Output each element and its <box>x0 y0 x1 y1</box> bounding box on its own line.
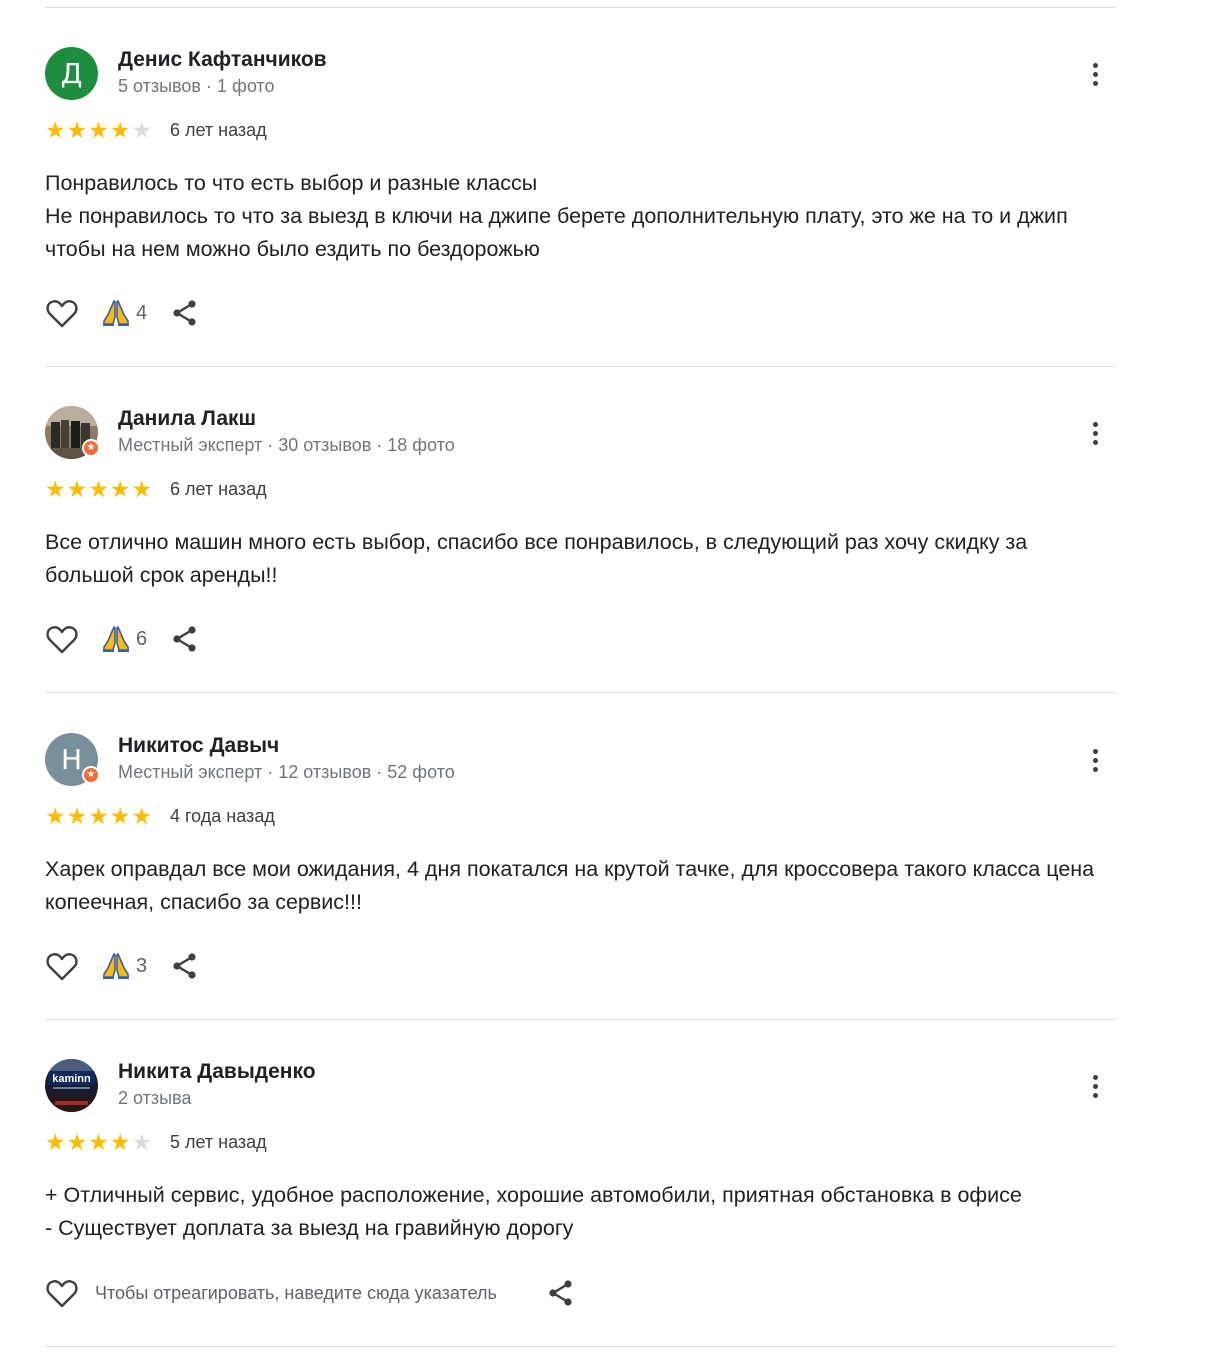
star-filled-icon: ★ <box>109 118 131 144</box>
reviewer-meta: 2 отзыва <box>118 1088 192 1108</box>
star-filled-icon: ★ <box>45 477 66 503</box>
share-icon[interactable] <box>171 299 199 327</box>
star-rating: ★ ★ ★ ★ ★ <box>45 805 152 829</box>
star-filled-icon: ★ <box>109 804 131 830</box>
avatar-letter: Д <box>60 57 83 90</box>
star-filled-icon: ★ <box>88 477 109 503</box>
review-date: 5 лет назад <box>170 1132 267 1152</box>
reaction-hint: Чтобы отреагировать, наведите сюда указа… <box>95 1282 497 1303</box>
reviewer-meta: Местный эксперт · 12 отзывов · 52 фото <box>118 762 455 782</box>
review-actions: 3 <box>45 949 199 983</box>
heart-icon[interactable] <box>45 950 79 982</box>
heart-icon[interactable] <box>45 297 79 329</box>
star-filled-icon: ★ <box>131 804 153 830</box>
star-filled-icon: ★ <box>45 804 66 830</box>
reviewer-meta: 5 отзывов · 1 фото <box>118 76 275 96</box>
more-vert-icon <box>1092 62 1098 68</box>
reviewer-name[interactable]: Никитос Давыч <box>118 734 279 758</box>
reaction-count: 3 <box>136 954 148 977</box>
review-actions: 4 <box>45 296 199 330</box>
reviewer-name[interactable]: Данила Лакш <box>118 407 256 431</box>
more-vert-icon <box>1092 748 1098 754</box>
star-filled-icon: ★ <box>131 477 153 503</box>
review-text-line: - Существует доплата за выезд на гравийн… <box>45 1216 574 1240</box>
review-divider <box>45 692 1116 693</box>
star-filled-icon: ★ <box>88 118 109 144</box>
more-options-button[interactable] <box>1085 418 1105 448</box>
review-actions: 6 <box>45 622 199 656</box>
review-text: Понравилось то что есть выбор и разные к… <box>45 167 1120 266</box>
share-icon[interactable] <box>547 1279 575 1307</box>
more-vert-icon <box>1092 421 1098 427</box>
top-divider <box>45 7 1116 8</box>
star-filled-icon: ★ <box>88 804 109 830</box>
heart-icon[interactable] <box>45 1277 79 1309</box>
star-filled-icon: ★ <box>66 118 88 144</box>
avatar[interactable]: Н ★ <box>45 733 100 786</box>
star-rating: ★ ★ ★ ★ ★ <box>45 119 152 143</box>
more-options-button[interactable] <box>1085 745 1105 775</box>
more-options-button[interactable] <box>1085 59 1105 89</box>
local-guide-badge-icon: ★ <box>82 766 100 784</box>
reaction-count: 6 <box>136 627 148 650</box>
avatar[interactable]: Д <box>45 47 98 100</box>
review-text: + Отличный сервис, удобное расположение,… <box>45 1179 1120 1245</box>
star-rating: ★ ★ ★ ★ ★ <box>45 1131 152 1155</box>
star-rating: ★ ★ ★ ★ ★ <box>45 478 152 502</box>
star-filled-icon: ★ <box>45 118 66 144</box>
avatar[interactable]: ★ <box>45 406 100 459</box>
review-text-line: + Отличный сервис, удобное расположение,… <box>45 1183 1022 1207</box>
review-date: 4 года назад <box>170 806 275 826</box>
star-filled-icon: ★ <box>45 1130 66 1156</box>
star-empty-icon: ★ <box>131 118 153 144</box>
heart-icon[interactable] <box>45 623 79 655</box>
avatar-logo-text: kaminn <box>52 1073 91 1085</box>
star-filled-icon: ★ <box>66 477 88 503</box>
review-date: 6 лет назад <box>170 479 267 499</box>
star-filled-icon: ★ <box>66 804 88 830</box>
reaction-count: 4 <box>136 301 148 324</box>
avatar-photo: kaminn <box>45 1059 98 1112</box>
praying-hands-icon[interactable] <box>101 952 131 980</box>
praying-hands-icon[interactable] <box>101 299 131 327</box>
share-icon[interactable] <box>171 952 199 980</box>
review-divider <box>45 366 1116 367</box>
star-empty-icon: ★ <box>131 1130 153 1156</box>
local-guide-badge-icon: ★ <box>82 439 100 457</box>
star-filled-icon: ★ <box>109 477 131 503</box>
review-date: 6 лет назад <box>170 120 267 140</box>
review-actions: Чтобы отреагировать, наведите сюда указа… <box>45 1276 575 1310</box>
more-vert-icon <box>1092 1074 1098 1080</box>
more-options-button[interactable] <box>1085 1071 1105 1101</box>
bottom-divider <box>45 1346 1116 1347</box>
reviewer-meta: Местный эксперт · 30 отзывов · 18 фото <box>118 435 455 455</box>
review-text: Харек оправдал все мои ожидания, 4 дня п… <box>45 853 1120 919</box>
avatar-letter: Н <box>60 743 83 776</box>
review-text-line: Понравилось то что есть выбор и разные к… <box>45 171 538 195</box>
review-divider <box>45 1019 1116 1020</box>
review-text-line: Не понравилось то что за выезд в ключи н… <box>45 204 1068 261</box>
review-text-line: Харек оправдал все мои ожидания, 4 дня п… <box>45 857 1095 914</box>
star-filled-icon: ★ <box>66 1130 88 1156</box>
review-text: Все отлично машин много есть выбор, спас… <box>45 526 1120 592</box>
reviewer-name[interactable]: Денис Кафтанчиков <box>118 48 327 72</box>
share-icon[interactable] <box>171 625 199 653</box>
star-filled-icon: ★ <box>109 1130 131 1156</box>
review-text-line: Все отлично машин много есть выбор, спас… <box>45 530 1028 587</box>
avatar[interactable]: kaminn <box>45 1059 98 1112</box>
reviewer-name[interactable]: Никита Давыденко <box>118 1060 316 1084</box>
star-filled-icon: ★ <box>88 1130 109 1156</box>
praying-hands-icon[interactable] <box>101 625 131 653</box>
